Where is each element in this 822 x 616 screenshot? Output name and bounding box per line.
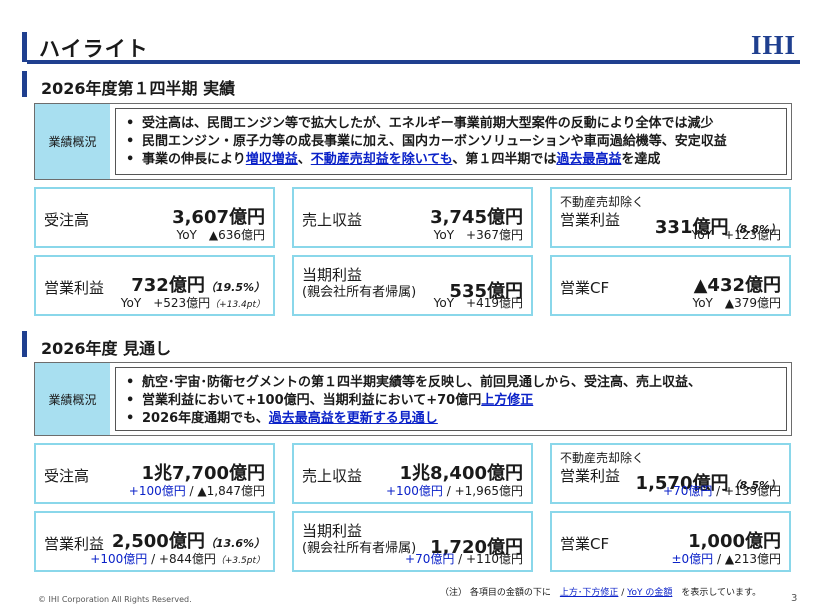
page-number: 3 — [791, 593, 798, 604]
fy-bullet-1: 航空･宇宙･防衛セグメントの第１四半期実績等を反映し、前回見通しから、受注高、売… — [124, 374, 778, 392]
q1-bullet-2-cont: 事業の伸長により増収増益、不動産売却益を除いても、第１四半期では過去最高益を達成 — [124, 151, 778, 169]
q1-card-revenue: 売上収益 3,745億円 YoY +367億円 — [292, 187, 533, 248]
fy-card-op-excl: 不動産売却除く 営業利益 1,570億円（8.5%） +70億円 / +139億… — [550, 443, 791, 504]
fy-op-excl-label: 不動産売却除く 営業利益 — [560, 451, 645, 485]
q1-orders-yoy: YoY ▲636億円 — [176, 228, 265, 242]
q1-card-net: 当期利益 (親会社所有者帰属) 535億円 YoY +419億円 — [292, 255, 533, 316]
q1-revenue-yoy: YoY +367億円 — [433, 228, 523, 242]
q1-highlight-excl-realestate: 不動産売却益を除いても — [310, 152, 453, 167]
fy-card-orders: 受注高 1兆7,700億円 +100億円 / ▲1,847億円 — [34, 443, 275, 504]
fy-summary-label: 業績概況 — [35, 363, 110, 435]
title-rule — [27, 60, 800, 64]
fy-revenue-label: 売上収益 — [302, 467, 363, 485]
fy-op-excl-change: +70億円 / +139億円 — [663, 484, 781, 498]
q1-cf-label: 営業CF — [560, 279, 610, 297]
q1-op-excl-label: 不動産売却除く 営業利益 — [560, 195, 645, 229]
q1-revenue-label: 売上収益 — [302, 211, 363, 229]
ihi-logo: IHI — [750, 30, 796, 60]
q1-orders-label: 受注高 — [44, 211, 90, 229]
fy-card-revenue: 売上収益 1兆8,400億円 +100億円 / +1,965億円 — [292, 443, 533, 504]
fy-summary-body: 航空･宇宙･防衛セグメントの第１四半期実績等を反映し、前回見通しから、受注高、売… — [115, 367, 787, 431]
page-title: ハイライト — [39, 37, 149, 61]
fy-revenue-change: +100億円 / +1,965億円 — [385, 484, 523, 498]
fy-summary: 業績概況 航空･宇宙･防衛セグメントの第１四半期実績等を反映し、前回見通しから、… — [34, 362, 792, 436]
fy-bullet-2: 2026年度通期でも、過去最高益を更新する見通し — [124, 410, 778, 428]
q1-highlight-increase: 増収増益 — [245, 152, 298, 167]
fy-section-heading: 2026年度 見通し — [22, 331, 800, 358]
q1-highlight-record-profit: 過去最高益 — [556, 152, 622, 167]
q1-summary: 業績概況 受注高は、民間エンジン等で拡大したが、エネルギー事業前期大型案件の反動… — [34, 103, 792, 180]
q1-card-op-excl: 不動産売却除く 営業利益 331億円（8.8%） YoY +123億円 — [550, 187, 791, 248]
q1-net-label: 当期利益 (親会社所有者帰属) — [302, 266, 417, 300]
fy-highlight-upward: 上方修正 — [481, 393, 534, 408]
fy-card-op: 営業利益 2,500億円（13.6%） +100億円 / +844億円（+3.5… — [34, 511, 275, 572]
title-bar: ハイライト IHI — [22, 30, 800, 64]
q1-card-op: 営業利益 732億円（19.5%） YoY +523億円（+13.4pt） — [34, 255, 275, 316]
q1-cf-yoy: YoY ▲379億円 — [692, 296, 781, 310]
q1-net-yoy: YoY +419億円 — [433, 296, 523, 310]
footnote: （注） 各項目の金額の下に 上方･下方修正 / YoY の金額 を表示しています… — [440, 588, 762, 598]
q1-op-label: 営業利益 — [44, 279, 105, 297]
q1-op-yoy: YoY +523億円（+13.4pt） — [120, 296, 265, 310]
fy-card-net: 当期利益 (親会社所有者帰属) 1,720億円 +70億円 / +110億円 — [292, 511, 533, 572]
fy-net-change: +70億円 / +110億円 — [405, 552, 523, 566]
q1-card-orders: 受注高 3,607億円 YoY ▲636億円 — [34, 187, 275, 248]
fy-cf-label: 営業CF — [560, 535, 610, 553]
fy-orders-label: 受注高 — [44, 467, 90, 485]
q1-op-excl-yoy: YoY +123億円 — [691, 228, 781, 242]
q1-bullet-2: 民間エンジン・原子力等の成長事業に加え、国内カーボンソリューションや車両過給機等… — [124, 133, 778, 151]
fy-bullet-1-cont: 営業利益において+100億円、当期利益において+70億円上方修正 — [124, 392, 778, 410]
footnote-yoy-key: YoY の金額 — [627, 588, 673, 598]
q1-card-cf: 営業CF ▲432億円 YoY ▲379億円 — [550, 255, 791, 316]
fy-heading-text: 2026年度 見通し — [41, 339, 172, 358]
fy-highlight-record: 過去最高益を更新する見通し — [268, 411, 438, 426]
fy-orders-change: +100億円 / ▲1,847億円 — [128, 484, 265, 498]
fy-op-change: +100億円 / +844億円（+3.5pt） — [90, 552, 265, 566]
q1-summary-label: 業績概況 — [35, 104, 110, 179]
fy-net-label: 当期利益 (親会社所有者帰属) — [302, 522, 417, 556]
copyright: © IHI Corporation All Rights Reserved. — [38, 595, 192, 604]
footnote-revision-key: 上方･下方修正 — [559, 588, 619, 598]
q1-heading-text: 2026年度第１四半期 実績 — [41, 79, 236, 98]
q1-summary-body: 受注高は、民間エンジン等で拡大したが、エネルギー事業前期大型案件の反動により全体… — [115, 108, 787, 175]
fy-cf-change: ±0億円 / ▲213億円 — [671, 552, 781, 566]
fy-card-cf: 営業CF 1,000億円 ±0億円 / ▲213億円 — [550, 511, 791, 572]
q1-section-heading: 2026年度第１四半期 実績 — [22, 71, 800, 98]
q1-bullet-1: 受注高は、民間エンジン等で拡大したが、エネルギー事業前期大型案件の反動により全体… — [124, 115, 778, 133]
